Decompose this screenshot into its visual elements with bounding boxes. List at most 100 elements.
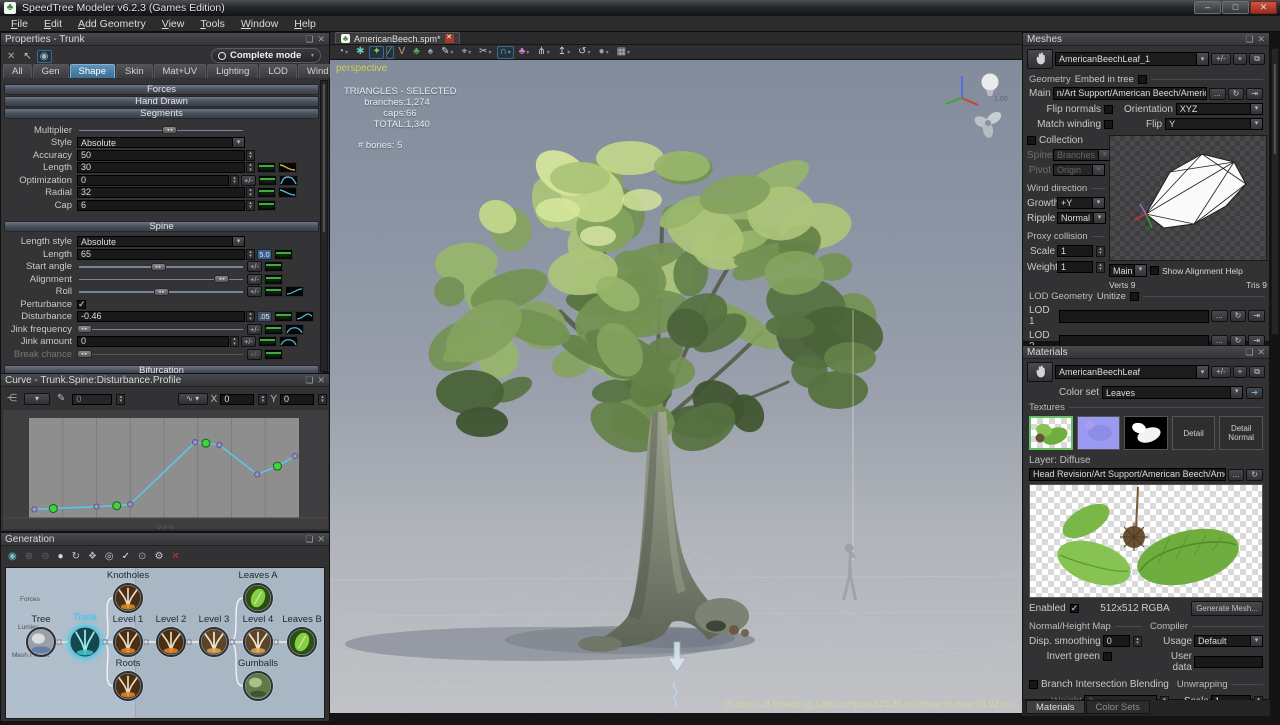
dock-icon[interactable]: ❏ [305, 534, 313, 545]
node-tree[interactable] [26, 627, 56, 657]
optimization-gbar[interactable] [258, 175, 277, 186]
detail-normal-texture-thumb[interactable]: Detail Normal [1219, 416, 1263, 450]
curve-index-stepper[interactable]: ▴▾ [116, 394, 125, 405]
menu-file[interactable]: File [4, 17, 35, 31]
sphere-view-icon[interactable]: ●▾ [596, 46, 612, 59]
mesh-select-dropdown[interactable]: AmericanBeechLeaf_1▾ [1055, 52, 1209, 66]
color-set-apply-icon[interactable]: ➔ [1246, 387, 1263, 399]
start-angle-gbar[interactable] [264, 261, 283, 272]
diffuse-texture-thumb[interactable] [1029, 416, 1073, 450]
recompute-icon[interactable]: ↻ [69, 551, 83, 564]
menu-add-geometry[interactable]: Add Geometry [71, 17, 153, 31]
orientation-dropdown[interactable]: XYZ▾ [1176, 103, 1263, 115]
invert-green-checkbox[interactable] [1103, 652, 1112, 661]
close-panel-icon[interactable]: ✕ [1257, 347, 1265, 358]
alpha-texture-thumb[interactable] [1124, 416, 1168, 450]
growth-dropdown[interactable]: +Y▾ [1057, 197, 1105, 209]
section-spine[interactable]: Spine [4, 221, 319, 232]
radial-profile-curve[interactable] [278, 187, 297, 198]
tab-materials[interactable]: Materials [1026, 700, 1085, 714]
node-gumballs[interactable] [243, 671, 273, 701]
texture-path-field[interactable]: Head Revision/Art Support/American Beech… [1029, 468, 1226, 481]
wind-widget[interactable] [973, 109, 1004, 138]
jink-amount-field[interactable]: 0 [77, 336, 229, 347]
sphere-icon[interactable]: ● [55, 551, 67, 564]
node-knotholes[interactable] [113, 583, 143, 613]
curve-mode-icon[interactable]: ⋲ [4, 393, 20, 406]
curve-index-field[interactable]: 0 [72, 394, 112, 405]
copy-material-icon[interactable]: ⧉ [1249, 366, 1265, 378]
flip-dropdown[interactable]: Y▾ [1165, 118, 1263, 130]
length-field[interactable]: 30 [77, 162, 245, 173]
grab-hand-icon[interactable] [1027, 362, 1053, 382]
show-nodes-icon[interactable]: ◎ [102, 551, 117, 564]
splitter-handle[interactable]: ○ ○ ○ [157, 524, 174, 531]
tab-shape[interactable]: Shape [70, 64, 115, 78]
start-angle-variance[interactable]: +/- [247, 261, 262, 272]
x-field[interactable]: 0 [220, 394, 254, 405]
proxy-scale-field[interactable]: 1 [1057, 245, 1093, 257]
jink-amount-curve[interactable] [279, 336, 298, 347]
roll-slider[interactable] [77, 286, 245, 297]
mesh-preview[interactable] [1109, 135, 1267, 261]
spine-length-gbar[interactable] [274, 249, 293, 260]
branch-blending-checkbox[interactable] [1029, 680, 1038, 689]
lock-icon[interactable]: ⊙ [135, 551, 149, 564]
enabled-checkbox[interactable] [1070, 604, 1079, 613]
panel-layout-icon[interactable]: ▦▾ [614, 46, 633, 59]
match-winding-checkbox[interactable] [1104, 120, 1113, 129]
node-level-1[interactable] [113, 627, 143, 657]
radial-stepper[interactable]: ▴▾ [246, 187, 255, 198]
mesh-variance-button[interactable]: +/- [1211, 53, 1231, 65]
jink-amount-variance[interactable]: +/- [241, 336, 256, 347]
close-panel-icon[interactable]: ✕ [317, 34, 325, 45]
texture-reload-icon[interactable]: ↻ [1246, 469, 1263, 481]
cap-gbar[interactable] [257, 200, 276, 211]
alignment-slider[interactable] [77, 274, 245, 285]
ripple-dropdown[interactable]: Normal▾ [1057, 212, 1106, 224]
copy-mesh-icon[interactable]: ⧉ [1249, 53, 1265, 65]
viewport-mode-label[interactable]: perspective [336, 63, 387, 74]
cut-tool-icon[interactable]: ⋔▾ [534, 46, 552, 59]
properties-scrollbar[interactable] [320, 80, 328, 372]
leaf-tool-icon[interactable]: ✦ [369, 46, 383, 59]
browse-button[interactable]: ... [1209, 88, 1226, 100]
visibility-icon[interactable]: ◉ [37, 50, 52, 63]
y-field[interactable]: 0 [280, 394, 314, 405]
tree-wind-icon[interactable]: ✱ [353, 46, 367, 59]
remove-group-icon[interactable]: ⊖ [38, 551, 52, 564]
dock-icon[interactable]: ❏ [305, 375, 313, 386]
length-profile-curve[interactable] [278, 162, 297, 173]
optimization-field[interactable]: 0 [77, 175, 229, 186]
y-stepper[interactable]: ▴▾ [318, 394, 327, 405]
node-leaves-a[interactable] [243, 583, 273, 613]
add-material-button[interactable]: + [1233, 366, 1248, 378]
add-mesh-button[interactable]: + [1233, 53, 1248, 65]
show-alignment-checkbox[interactable] [1150, 266, 1159, 275]
roll-gbar[interactable] [264, 286, 283, 297]
usage-dropdown[interactable]: Default▾ [1194, 635, 1263, 647]
accuracy-stepper[interactable]: ▴▾ [246, 150, 255, 161]
lod1-reload-icon[interactable]: ↻ [1230, 310, 1247, 322]
pan-hand-icon[interactable]: ✎ [54, 393, 68, 406]
close-button[interactable]: ✕ [1250, 1, 1277, 14]
node-level-4[interactable] [243, 627, 273, 657]
dock-icon[interactable]: ❏ [305, 34, 313, 45]
disp-smoothing-field[interactable]: 0 [1103, 635, 1130, 647]
curve-style-button[interactable]: ▾ [24, 393, 50, 405]
tab-gen[interactable]: Gen [33, 64, 69, 78]
section-hand-drawn[interactable]: Hand Drawn [4, 96, 319, 107]
jink-frequency-curve[interactable] [285, 324, 304, 335]
proxy-weight-field[interactable]: 1 [1057, 261, 1093, 273]
node-select-icon[interactable]: ◉ [5, 551, 20, 564]
delete-icon[interactable]: ✕ [4, 50, 18, 63]
texture-preview[interactable] [1029, 484, 1263, 598]
mode-dropdown[interactable]: Complete mode ▾ [211, 48, 321, 63]
optimization-stepper[interactable]: ▴▾ [230, 175, 239, 186]
menu-edit[interactable]: Edit [37, 17, 69, 31]
force-tool-icon[interactable]: ⌖▾ [458, 46, 474, 59]
hand-icon[interactable]: ❖ [85, 551, 100, 564]
add-group-icon[interactable]: ⊕ [22, 551, 36, 564]
disturbance-field[interactable]: -0.46 [77, 311, 245, 322]
collection-checkbox[interactable] [1027, 136, 1036, 145]
